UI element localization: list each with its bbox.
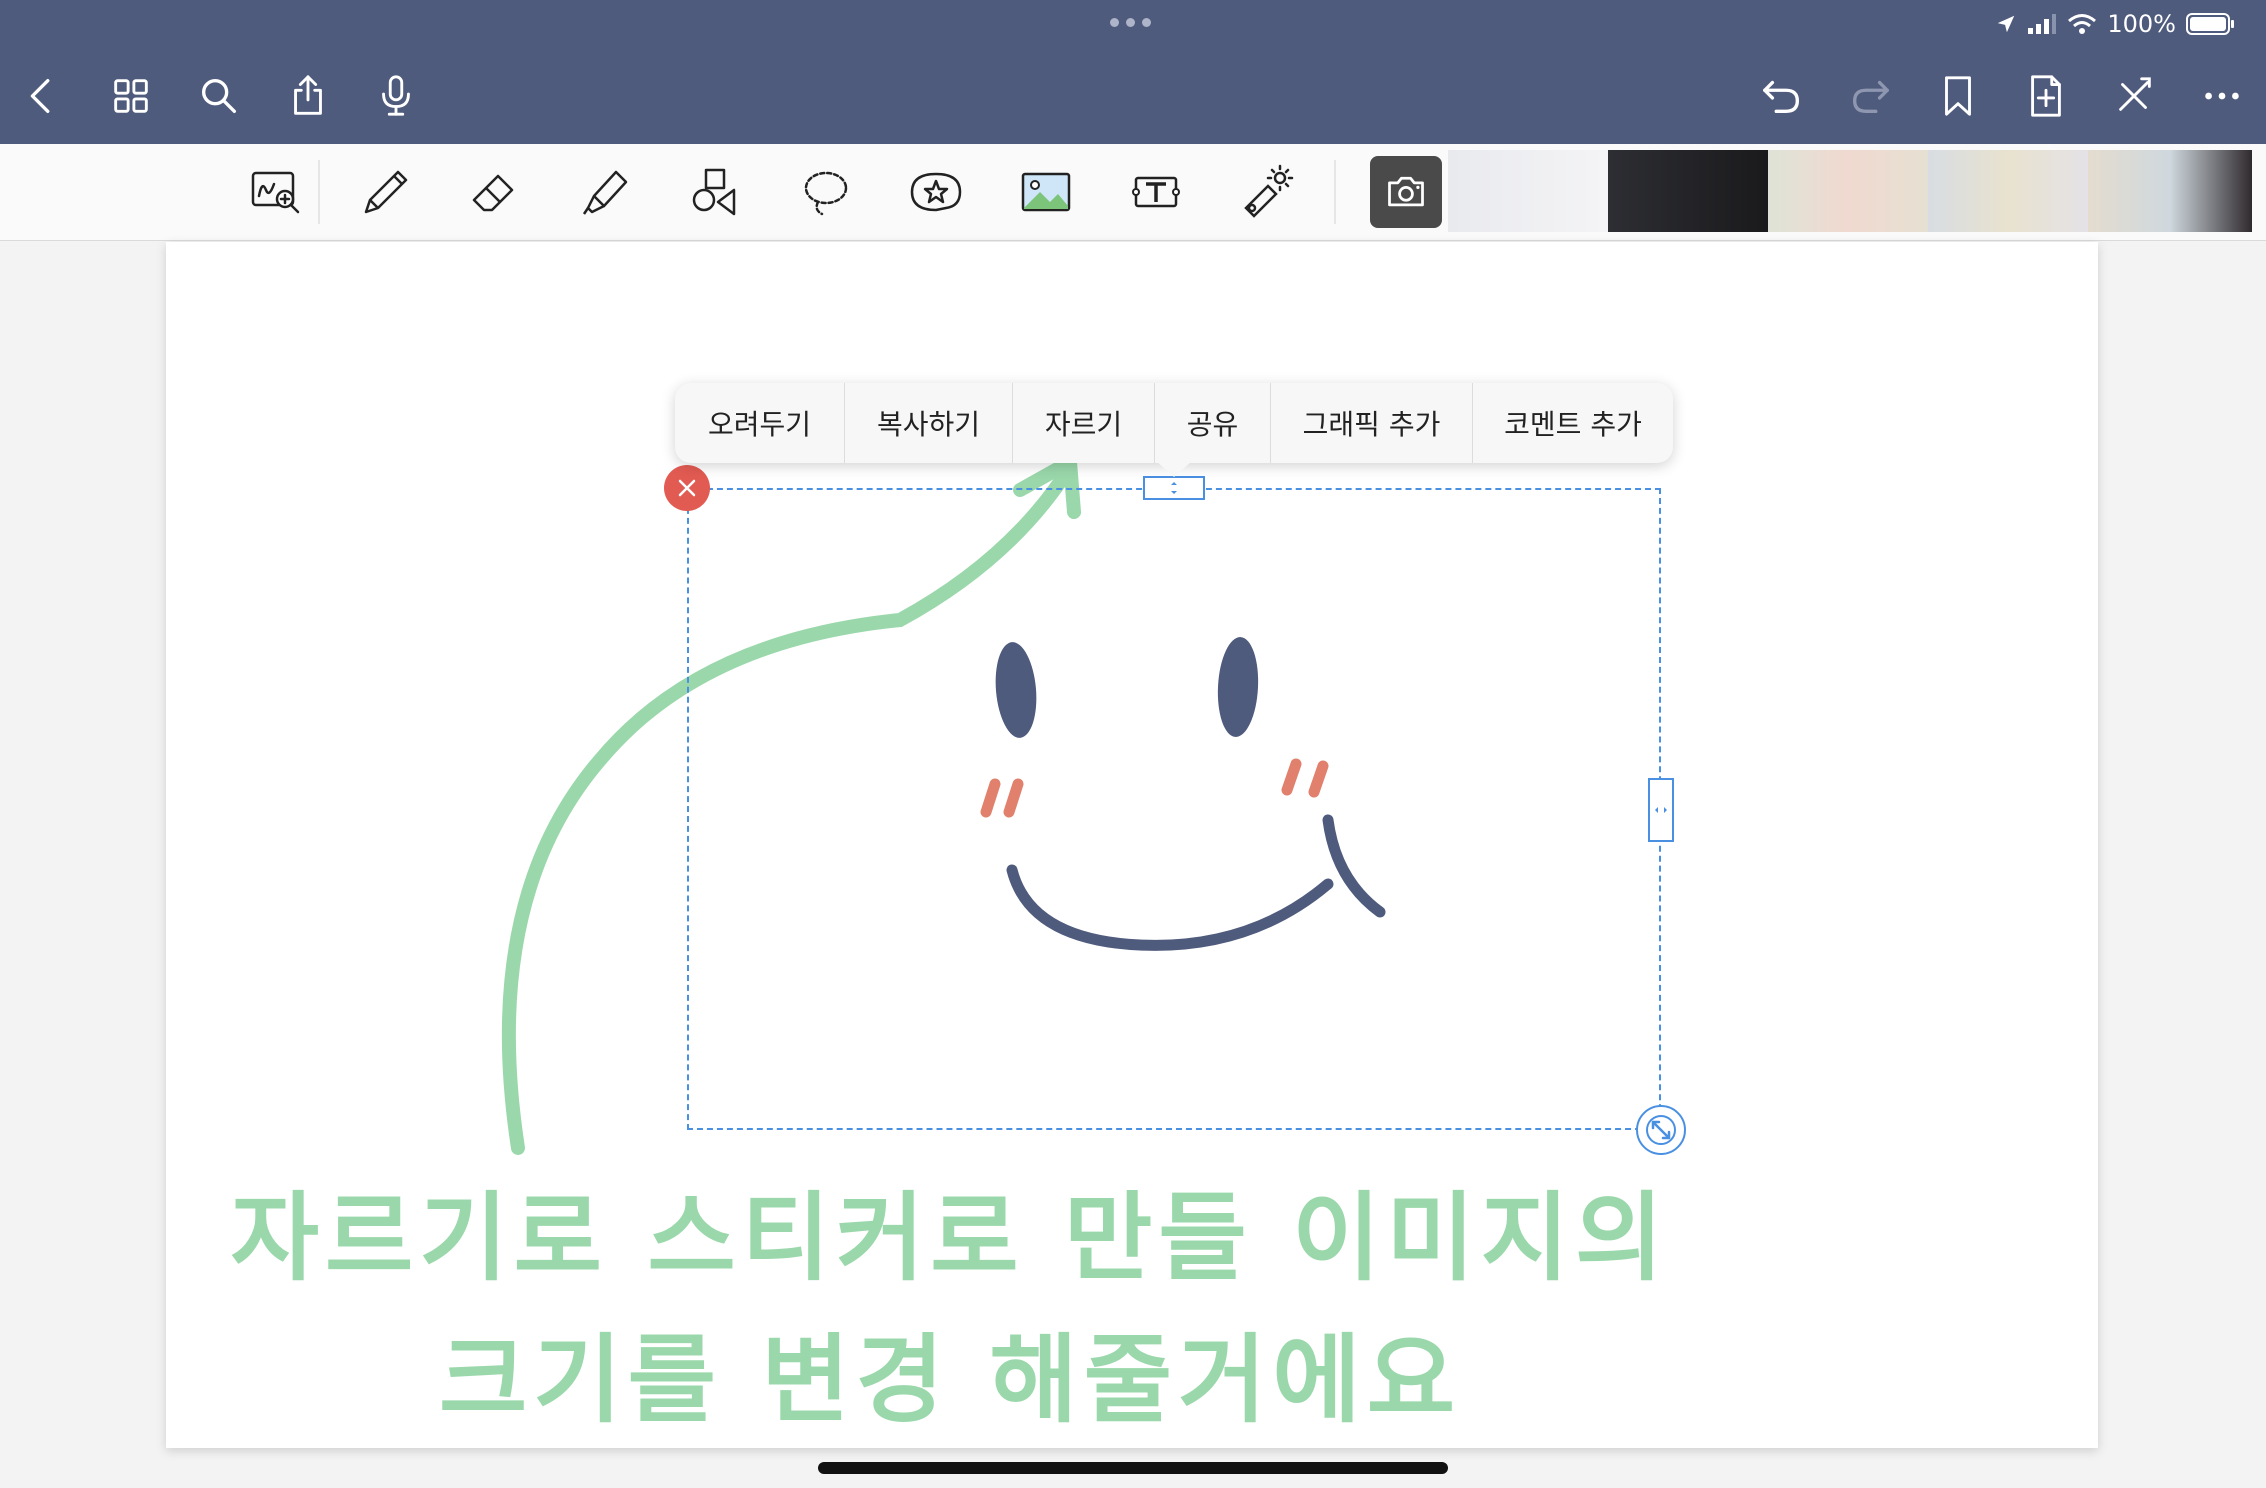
more-icon bbox=[2205, 92, 2239, 100]
thumbnails-button[interactable] bbox=[101, 66, 161, 126]
status-indicators: 100% bbox=[1995, 8, 2236, 40]
grid-icon bbox=[114, 79, 148, 113]
camera-icon bbox=[1388, 176, 1424, 207]
delete-selection-button[interactable] bbox=[664, 465, 710, 511]
add-page-button[interactable] bbox=[2016, 66, 2076, 126]
share-icon bbox=[294, 75, 322, 115]
zoom-handwriting-icon bbox=[251, 171, 300, 214]
crop-menu-item[interactable]: 자르기 bbox=[1013, 383, 1155, 463]
wifi-icon bbox=[2068, 14, 2097, 34]
share-menu-item[interactable]: 공유 bbox=[1155, 383, 1271, 463]
lasso-icon bbox=[804, 171, 848, 216]
bookmark-icon bbox=[1945, 76, 1971, 116]
image-selection-box[interactable] bbox=[687, 488, 1661, 1130]
toolbar-divider bbox=[1334, 160, 1336, 224]
close-icon bbox=[678, 479, 696, 497]
lasso-tool[interactable] bbox=[790, 156, 862, 228]
resize-vertical-icon bbox=[1171, 482, 1177, 494]
more-button[interactable] bbox=[2192, 66, 2252, 126]
resize-rotate-handle[interactable] bbox=[1636, 1105, 1686, 1155]
add-page-icon bbox=[2031, 75, 2061, 117]
exit-editing-button[interactable] bbox=[2104, 66, 2164, 126]
handwritten-caption-line-2: 크기를 변경 해줄거에요 bbox=[438, 1324, 1462, 1436]
battery-percentage: 100% bbox=[2107, 10, 2176, 38]
recent-image-thumbnail[interactable] bbox=[2088, 150, 2252, 232]
context-menu-pointer bbox=[1156, 461, 1192, 477]
toolbar-divider bbox=[318, 160, 320, 224]
recent-image-thumbnail[interactable] bbox=[1928, 150, 2088, 232]
add-comment-menu-item[interactable]: 코멘트 추가 bbox=[1473, 383, 1673, 463]
navigation-bar: 100% bbox=[0, 0, 2266, 144]
eraser-tool[interactable] bbox=[460, 156, 532, 228]
close-editing-icon bbox=[2119, 77, 2151, 111]
context-menu: 오려두기 복사하기 자르기 공유 그래픽 추가 코멘트 추가 bbox=[675, 383, 1673, 463]
zoom-window-tool[interactable] bbox=[240, 156, 312, 228]
back-button[interactable] bbox=[12, 66, 72, 126]
multitasking-handle[interactable] bbox=[1110, 18, 1151, 27]
voice-record-button[interactable] bbox=[366, 66, 426, 126]
undo-button[interactable] bbox=[1752, 66, 1812, 126]
search-icon bbox=[201, 78, 237, 114]
pencil-icon bbox=[364, 170, 408, 214]
recent-image-thumbnail[interactable] bbox=[1768, 150, 1928, 232]
resize-diagonal-icon bbox=[1646, 1115, 1676, 1145]
laser-pointer-icon bbox=[1244, 164, 1294, 218]
undo-icon bbox=[1763, 80, 1800, 114]
share-button[interactable] bbox=[278, 66, 338, 126]
highlighter-tool[interactable] bbox=[570, 156, 642, 228]
location-icon bbox=[1998, 15, 2015, 33]
bookmark-button[interactable] bbox=[1928, 66, 1988, 126]
resize-horizontal-icon bbox=[1655, 807, 1667, 813]
text-box-icon bbox=[1132, 176, 1180, 208]
laser-pointer-tool[interactable] bbox=[1230, 156, 1302, 228]
shapes-icon bbox=[692, 168, 736, 216]
tools-toolbar bbox=[0, 144, 2266, 241]
text-tool[interactable] bbox=[1120, 156, 1192, 228]
redo-icon bbox=[1852, 80, 1889, 114]
cellular-signal-icon bbox=[2028, 14, 2057, 34]
back-icon bbox=[30, 78, 50, 114]
crop-handle-top[interactable] bbox=[1143, 476, 1205, 500]
add-graphic-menu-item[interactable]: 그래픽 추가 bbox=[1271, 383, 1473, 463]
handwritten-caption-line-1: 자르기로 스티커로 만들 이미지의 bbox=[230, 1182, 1670, 1294]
highlighter-icon bbox=[582, 170, 628, 215]
copy-menu-item[interactable]: 복사하기 bbox=[845, 383, 1013, 463]
battery-icon bbox=[2186, 13, 2234, 35]
sticker-tool[interactable] bbox=[900, 156, 972, 228]
camera-button[interactable] bbox=[1370, 156, 1442, 228]
microphone-icon bbox=[382, 75, 410, 116]
crop-handle-right[interactable] bbox=[1648, 778, 1674, 842]
redo-button[interactable] bbox=[1840, 66, 1900, 126]
home-indicator[interactable] bbox=[818, 1462, 1448, 1474]
image-icon bbox=[1021, 172, 1071, 212]
recent-image-thumbnail[interactable] bbox=[1448, 150, 1608, 232]
eraser-icon bbox=[472, 174, 514, 212]
recent-images-strip[interactable] bbox=[1448, 150, 2252, 232]
sticker-icon bbox=[910, 172, 962, 212]
status-bar: 100% bbox=[0, 0, 2266, 48]
recent-image-thumbnail[interactable] bbox=[1608, 150, 1768, 232]
image-tool[interactable] bbox=[1010, 156, 1082, 228]
cut-menu-item[interactable]: 오려두기 bbox=[675, 383, 845, 463]
pen-tool[interactable] bbox=[350, 156, 422, 228]
search-button[interactable] bbox=[189, 66, 249, 126]
shape-tool[interactable] bbox=[680, 156, 752, 228]
